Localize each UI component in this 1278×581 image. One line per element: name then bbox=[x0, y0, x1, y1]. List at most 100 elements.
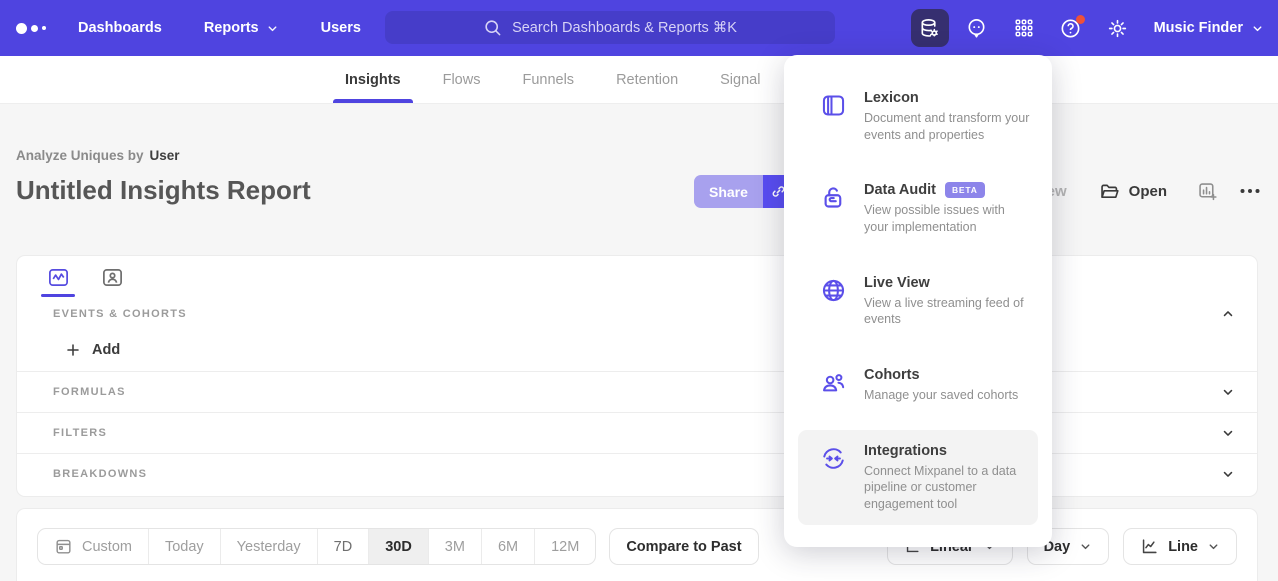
nav-item-dashboards[interactable]: Dashboards bbox=[78, 20, 162, 36]
section-formulas[interactable]: FORMULAS bbox=[17, 371, 1257, 412]
search-input[interactable]: Search Dashboards & Reports ⌘K bbox=[385, 11, 835, 44]
line-chart-icon bbox=[1140, 537, 1159, 556]
feedback-button[interactable] bbox=[958, 9, 996, 47]
speech-bubble-icon bbox=[965, 17, 988, 40]
chevron-down-icon[interactable] bbox=[1221, 467, 1235, 481]
compare-to-past-button[interactable]: Compare to Past bbox=[609, 528, 758, 565]
events-cohorts-label: EVENTS & COHORTS bbox=[53, 308, 187, 320]
section-breakdowns[interactable]: BREAKDOWNS bbox=[17, 453, 1257, 494]
filters-label: FILTERS bbox=[53, 427, 107, 439]
open-label: Open bbox=[1129, 183, 1167, 200]
search-placeholder: Search Dashboards & Reports ⌘K bbox=[512, 20, 737, 36]
range-custom-label: Custom bbox=[82, 539, 132, 555]
range-3m[interactable]: 3M bbox=[428, 529, 481, 564]
mixpanel-logo-icon[interactable] bbox=[16, 23, 64, 34]
live-view-title: Live View bbox=[864, 275, 930, 291]
tab-funnels[interactable]: Funnels bbox=[522, 56, 574, 103]
nav-reports-label: Reports bbox=[204, 20, 259, 36]
add-label: Add bbox=[92, 342, 120, 358]
tab-insights[interactable]: Insights bbox=[345, 56, 401, 103]
more-options-button[interactable] bbox=[1238, 179, 1262, 203]
chart-type-dropdown[interactable]: Line bbox=[1123, 528, 1237, 565]
menu-item-cohorts[interactable]: Cohorts Manage your saved cohorts bbox=[798, 354, 1038, 417]
tab-flows-label: Flows bbox=[443, 72, 481, 88]
beta-badge: BETA bbox=[945, 182, 985, 198]
builder-tab-metrics[interactable] bbox=[41, 266, 75, 297]
report-tabbar: Insights Flows Funnels Retention Signal … bbox=[0, 56, 1278, 104]
range-3m-label: 3M bbox=[445, 539, 465, 555]
range-custom[interactable]: Custom bbox=[38, 529, 148, 564]
share-button-group: Share bbox=[694, 175, 794, 208]
formulas-label: FORMULAS bbox=[53, 386, 126, 398]
grid-apps-icon bbox=[1013, 17, 1035, 39]
nav-item-users[interactable]: Users bbox=[321, 20, 361, 36]
range-yesterday[interactable]: Yesterday bbox=[220, 529, 317, 564]
range-12m-label: 12M bbox=[551, 539, 579, 555]
share-button[interactable]: Share bbox=[694, 175, 763, 208]
tab-flows[interactable]: Flows bbox=[443, 56, 481, 103]
add-to-dashboard-button[interactable] bbox=[1197, 181, 1218, 202]
chevron-down-icon[interactable] bbox=[1221, 426, 1235, 440]
calendar-icon bbox=[54, 537, 73, 556]
chevron-up-icon[interactable] bbox=[1221, 307, 1235, 321]
cohorts-desc: Manage your saved cohorts bbox=[864, 387, 1018, 404]
open-button[interactable]: Open bbox=[1099, 181, 1167, 202]
menu-item-lexicon[interactable]: Lexicon Document and transform your even… bbox=[798, 77, 1038, 156]
query-builder-panel: EVENTS & COHORTS Add FORMULAS FILTERS BR… bbox=[16, 255, 1258, 497]
tab-signal-label: Signal bbox=[720, 72, 760, 88]
chart-add-icon bbox=[1197, 181, 1218, 202]
apps-grid-button[interactable] bbox=[1005, 9, 1043, 47]
search-icon bbox=[483, 18, 502, 37]
tab-insights-label: Insights bbox=[345, 72, 401, 88]
settings-button[interactable] bbox=[1099, 9, 1137, 47]
chevron-down-icon bbox=[1251, 22, 1264, 35]
live-view-desc: View a live streaming feed of events bbox=[864, 295, 1030, 328]
range-7d[interactable]: 7D bbox=[317, 529, 369, 564]
workspace-switcher[interactable]: Music Finder bbox=[1154, 20, 1264, 36]
menu-item-integrations[interactable]: Integrations Connect Mixpanel to a data … bbox=[798, 430, 1038, 526]
range-30d-label: 30D bbox=[385, 539, 412, 555]
notification-dot bbox=[1076, 15, 1085, 24]
add-event-button[interactable]: Add bbox=[17, 329, 1257, 371]
gear-icon bbox=[1106, 17, 1129, 40]
chevron-down-icon[interactable] bbox=[1221, 385, 1235, 399]
menu-item-data-audit[interactable]: Data Audit BETA View possible issues wit… bbox=[798, 169, 1038, 248]
tab-retention[interactable]: Retention bbox=[616, 56, 678, 103]
range-7d-label: 7D bbox=[334, 539, 353, 555]
folder-icon bbox=[1099, 181, 1120, 202]
integrations-desc: Connect Mixpanel to a data pipeline or c… bbox=[864, 463, 1030, 513]
globe-icon bbox=[820, 275, 847, 328]
help-button[interactable] bbox=[1052, 9, 1090, 47]
data-management-dropdown: Lexicon Document and transform your even… bbox=[784, 55, 1052, 547]
lexicon-icon bbox=[820, 90, 847, 143]
range-12m[interactable]: 12M bbox=[534, 529, 595, 564]
range-30d[interactable]: 30D bbox=[368, 529, 428, 564]
builder-tab-users[interactable] bbox=[101, 266, 124, 289]
tab-signal[interactable]: Signal bbox=[720, 56, 760, 103]
plus-icon bbox=[65, 342, 81, 358]
chart-controls-panel: Custom Today Yesterday 7D 30D 3M 6M 12M … bbox=[16, 508, 1258, 581]
top-nav: Dashboards Reports Users Search Dashboar… bbox=[0, 0, 1278, 56]
data-management-button[interactable] bbox=[911, 9, 949, 47]
database-gear-icon bbox=[918, 17, 941, 40]
range-today[interactable]: Today bbox=[148, 529, 220, 564]
nav-users-label: Users bbox=[321, 20, 361, 36]
section-filters[interactable]: FILTERS bbox=[17, 412, 1257, 453]
tab-funnels-label: Funnels bbox=[522, 72, 574, 88]
chevron-down-icon bbox=[1207, 540, 1220, 553]
page-title[interactable]: Untitled Insights Report bbox=[16, 175, 311, 206]
nav-item-reports[interactable]: Reports bbox=[204, 20, 279, 36]
chevron-down-icon bbox=[266, 22, 279, 35]
builder-tabs bbox=[17, 256, 1257, 293]
section-events-cohorts[interactable]: EVENTS & COHORTS bbox=[17, 299, 1257, 329]
nav-dashboards-label: Dashboards bbox=[78, 20, 162, 36]
analyze-prefix: Analyze Uniques by bbox=[16, 148, 144, 163]
analyze-by-row[interactable]: Analyze Uniques by User bbox=[16, 148, 311, 163]
analyze-entity[interactable]: User bbox=[150, 148, 180, 163]
range-6m[interactable]: 6M bbox=[481, 529, 534, 564]
menu-item-live-view[interactable]: Live View View a live streaming feed of … bbox=[798, 262, 1038, 341]
kebab-icon bbox=[1238, 179, 1262, 203]
lexicon-title: Lexicon bbox=[864, 90, 919, 106]
chart-type-label: Line bbox=[1168, 539, 1198, 555]
nav-links: Dashboards Reports Users bbox=[78, 20, 361, 36]
